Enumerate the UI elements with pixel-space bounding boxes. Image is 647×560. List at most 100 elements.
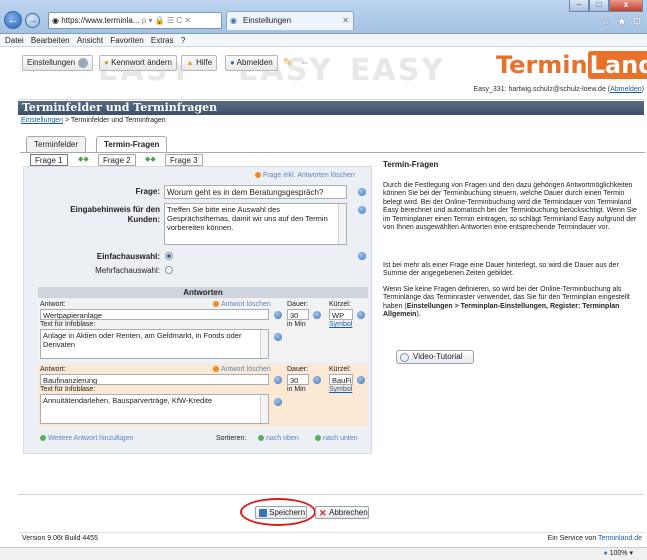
favorites-star-icon[interactable]: ★	[617, 15, 627, 28]
delete-question-link[interactable]: Frage inkl. Antworten löschen	[255, 172, 355, 179]
help-icon-frage[interactable]	[358, 188, 366, 196]
add-answer-link[interactable]: Weitere Antwort hinzufügen	[40, 435, 133, 442]
subtab-frage-3[interactable]: Frage 3	[165, 154, 203, 166]
delete-answer-link-1[interactable]: Antwort löschen	[213, 301, 271, 308]
delete-icon	[213, 301, 219, 308]
dauer-input-2[interactable]: 30	[287, 374, 309, 385]
menu-extras[interactable]: Extras	[151, 34, 174, 47]
address-controls[interactable]: ρ ▾ 🔒 ☰ C ✕	[142, 16, 191, 25]
help-icon-infobox-2[interactable]	[274, 398, 282, 406]
help-icon-dauer-2[interactable]	[313, 376, 321, 384]
subtab-frage-2[interactable]: Frage 2	[98, 154, 136, 166]
dauer-input-1[interactable]: 30	[287, 309, 309, 320]
delete-answer-link-2[interactable]: Antwort löschen	[213, 366, 271, 373]
textarea-scrollbar[interactable]	[260, 330, 268, 358]
move-arrows-icon-2[interactable]: ◆◆	[145, 155, 156, 163]
zoom-icon: ●	[603, 550, 608, 557]
mehrfachauswahl-label: Mehrfachauswahl:	[95, 266, 160, 275]
sort-up-label: nach oben	[266, 435, 299, 442]
menu-view[interactable]: Ansicht	[77, 34, 103, 47]
antwort-input-2[interactable]: Baufinanzierung	[40, 374, 269, 385]
mehrfachauswahl-radio[interactable]	[165, 266, 173, 274]
settings-button[interactable]: Einstellungen	[22, 55, 94, 71]
video-tutorial-button[interactable]: Video-Tutorial	[396, 350, 474, 364]
help-icon-antwort-2[interactable]	[274, 376, 282, 384]
help-icon-infobox-1[interactable]	[274, 333, 282, 341]
cancel-label: Abbrechen	[329, 508, 368, 517]
einfachauswahl-radio[interactable]	[165, 252, 173, 260]
resize-icon[interactable]: ⇔	[300, 57, 309, 67]
user-email: Easy_331: hartwig.schulz@schulz-loew.de …	[473, 86, 611, 93]
tab-terminfelder[interactable]: Terminfelder	[26, 136, 87, 152]
change-password-button[interactable]: ● Kennwort ändern	[99, 55, 177, 71]
breadcrumb-link-settings[interactable]: Einstellungen	[21, 117, 63, 124]
symbol-link-1[interactable]: Symbol	[329, 321, 352, 328]
infobox-text-2: Annuitätendarlehen, Bausparverträge, KfW…	[43, 396, 213, 405]
help-icon-hinweis[interactable]	[358, 206, 366, 214]
delete-question-label: Frage inkl. Antworten löschen	[263, 172, 355, 179]
einfachauswahl-label: Einfachauswahl:	[96, 252, 160, 261]
cancel-button[interactable]: ✕ Abbrechen	[315, 506, 369, 519]
window-controls: – □ x	[569, 0, 643, 13]
settings-label: Einstellungen	[27, 58, 76, 67]
gear-icon	[78, 57, 89, 68]
subtab-frage-1[interactable]: Frage 1	[30, 154, 68, 166]
kuerzel-input-1[interactable]: WP	[329, 309, 353, 320]
logout-button[interactable]: ● Abmelden	[225, 55, 278, 71]
help-icon-dauer-1[interactable]	[313, 311, 321, 319]
page-title: Terminfelder und Terminfragen	[22, 101, 218, 114]
sort-down-link[interactable]: nach unten	[315, 435, 358, 442]
frage-label: Frage:	[135, 187, 160, 196]
back-icon[interactable]: ←	[4, 11, 22, 29]
user-line: Easy_331: hartwig.schulz@schulz-loew.de …	[360, 86, 644, 93]
help-icon-kuerzel-2[interactable]	[357, 376, 365, 384]
service-text: Ein Service von Terminland.de	[548, 533, 642, 544]
forward-icon[interactable]: →	[25, 13, 40, 28]
terminland-link[interactable]: Terminland.de	[598, 535, 642, 542]
service-prefix: Ein Service von	[547, 535, 599, 542]
close-window-button[interactable]: x	[609, 0, 643, 12]
antwort-label-2: Antwort:	[40, 366, 66, 373]
hinweis-textarea[interactable]: Treffen Sie bitte eine Auswahl des Gespr…	[164, 203, 347, 245]
browser-tab[interactable]: ◉ Einstellungen ✕	[226, 11, 354, 30]
hinweis-text: Treffen Sie bitte eine Auswahl des Gespr…	[167, 205, 328, 232]
add-answer-label: Weitere Antwort hinzufügen	[48, 435, 134, 442]
ghost-text-3: EASY	[350, 53, 446, 88]
textarea-scrollbar[interactable]	[338, 204, 346, 244]
in-min-label-2: in Min	[287, 386, 306, 393]
cancel-x-icon: ✕	[319, 508, 327, 518]
frage-input[interactable]: Worum geht es in dem Beratungsgespräch?	[164, 185, 347, 199]
zoom-level[interactable]: ● 100% ▾	[603, 548, 633, 560]
address-bar[interactable]: ◉ https://www.terminla... ρ ▾ 🔒 ☰ C ✕	[48, 12, 222, 29]
tab-termin-fragen[interactable]: Termin-Fragen	[96, 136, 168, 153]
maximize-button[interactable]: □	[589, 0, 609, 12]
home-icon[interactable]: ⌂	[602, 15, 609, 27]
textarea-scrollbar[interactable]	[260, 395, 268, 423]
tools-icon[interactable]: ✎	[283, 56, 292, 69]
logout-link[interactable]: Abmelden	[610, 86, 642, 93]
breadcrumb-current: > Terminfelder und Terminfragen	[63, 117, 166, 124]
kuerzel-input-2[interactable]: BauFi	[329, 374, 353, 385]
symbol-link-2[interactable]: Symbol	[329, 386, 352, 393]
close-tab-icon[interactable]: ✕	[342, 12, 349, 30]
menu-file[interactable]: Datei	[5, 34, 24, 47]
site-icon: ◉	[52, 16, 62, 25]
tab-title: Einstellungen	[243, 16, 292, 25]
menu-favorites[interactable]: Favoriten	[110, 34, 143, 47]
menu-help[interactable]: ?	[181, 34, 185, 47]
sort-up-link[interactable]: nach oben	[258, 435, 299, 442]
help-icon-antwort-1[interactable]	[274, 311, 282, 319]
infobox-textarea-2[interactable]: Annuitätendarlehen, Bausparverträge, KfW…	[40, 394, 269, 424]
gear-icon[interactable]: ⚙	[632, 15, 642, 28]
move-arrows-icon-1[interactable]: ◆◆	[78, 155, 89, 163]
minimize-button[interactable]: –	[569, 0, 589, 12]
dauer-label-1: Dauer:	[287, 301, 309, 308]
help-button[interactable]: ▲ Hilfe	[181, 55, 218, 71]
logout-icon: ●	[230, 58, 237, 67]
breadcrumb: Einstellungen > Terminfelder und Terminf…	[21, 117, 166, 124]
infobox-textarea-1[interactable]: Anlage in Aktien oder Renten, am Geldmar…	[40, 329, 269, 359]
menu-edit[interactable]: Bearbeiten	[31, 34, 70, 47]
help-icon-kuerzel-1[interactable]	[357, 311, 365, 319]
help-icon-auswahl[interactable]	[358, 252, 366, 260]
antwort-input-1[interactable]: Wertpapieranlage	[40, 309, 269, 320]
